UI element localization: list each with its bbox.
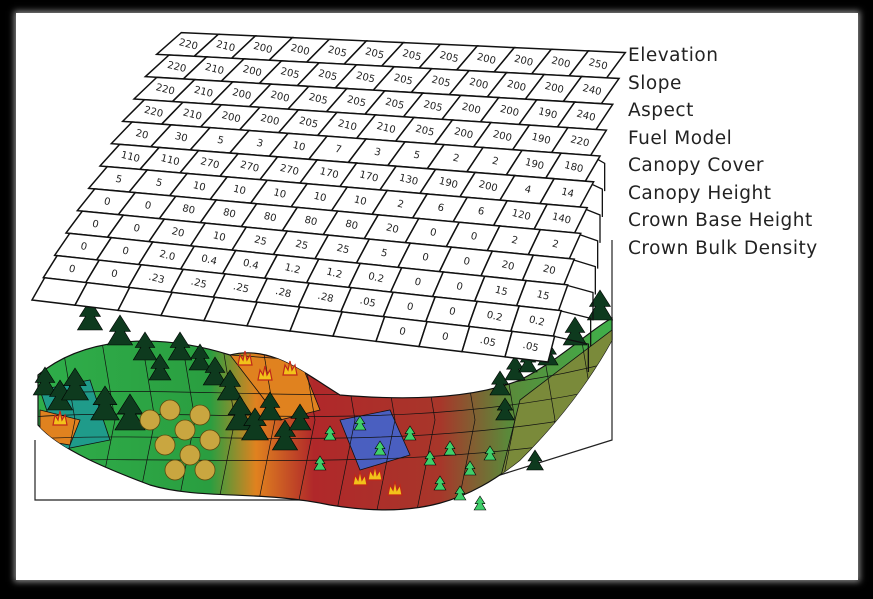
layer-label: Slope <box>628 72 682 94</box>
deciduous-tree-icon <box>164 459 186 481</box>
layer-label: Crown Bulk Density <box>628 237 818 259</box>
conifer-tree-icon <box>586 289 614 321</box>
layer-label: Aspect <box>628 100 694 121</box>
conifer-tree-icon <box>489 370 511 396</box>
conifer-tree-icon <box>167 331 193 361</box>
layer-label: Fuel Model <box>628 127 733 149</box>
layer-label: Crown Base Height <box>628 210 813 231</box>
deciduous-tree-icon <box>189 404 211 426</box>
deciduous-tree-icon <box>174 419 196 441</box>
layer-labels: Elevation Slope Aspect Fuel Model Canopy Cov… <box>628 42 842 262</box>
deciduous-tree-icon <box>179 444 201 466</box>
deciduous-tree-icon <box>154 434 176 456</box>
deciduous-tree-icon <box>194 459 216 481</box>
layer-label: Elevation <box>628 45 719 66</box>
sapling-icon <box>473 495 487 511</box>
deciduous-tree-icon <box>159 399 181 421</box>
conifer-tree-icon <box>132 331 158 361</box>
deciduous-tree-icon <box>139 409 161 431</box>
conifer-tree-icon <box>106 314 134 346</box>
layer-label: Canopy Cover <box>628 155 765 176</box>
conifer-tree-icon <box>526 449 544 471</box>
deciduous-tree-icon <box>199 429 221 451</box>
layer-label: Canopy Height <box>628 182 772 204</box>
